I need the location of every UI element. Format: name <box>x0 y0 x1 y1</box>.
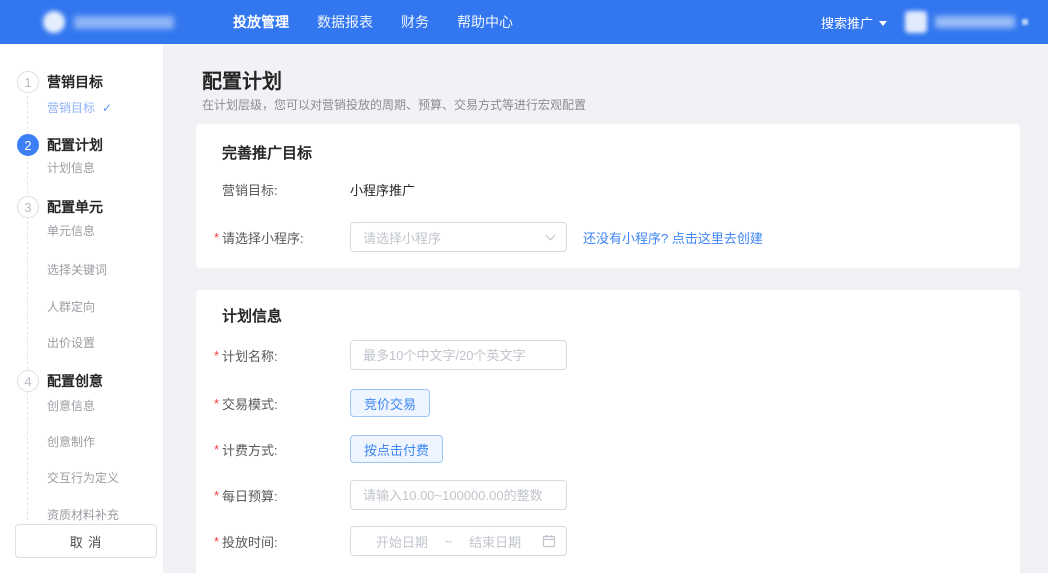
check-icon: ✓ <box>102 101 113 115</box>
plan-info-card-title: 计划信息 <box>222 308 283 325</box>
step-1-title[interactable]: 营销目标 <box>47 71 103 93</box>
schedule-label-text: 投放时间: <box>222 534 278 550</box>
trade-mode-row: * 交易模式: 竞价交易 <box>214 389 431 417</box>
step-4-sub-creative-info[interactable]: 创意信息 <box>47 398 95 415</box>
miniprogram-label-text: 请选择小程序: <box>222 230 304 246</box>
billing-method-row: * 计费方式: 按点击付费 <box>214 435 444 463</box>
nav-item-help-center[interactable]: 帮助中心 <box>457 12 513 32</box>
step-4-sub-creative-making[interactable]: 创意制作 <box>47 434 95 451</box>
product-switcher-dropdown[interactable]: 搜索推广 <box>821 13 887 32</box>
step-2-circle: 2 <box>17 134 39 156</box>
required-asterisk: * <box>214 441 220 457</box>
logo-mark-redacted <box>43 11 65 33</box>
step-connector-line <box>27 96 28 520</box>
schedule-label: * 投放时间: <box>214 532 350 551</box>
trade-mode-label: * 交易模式: <box>214 394 350 413</box>
step-2-sub-plan-info[interactable]: 计划信息 <box>47 160 95 177</box>
end-date-placeholder: 结束日期 <box>469 534 522 550</box>
plan-name-label-text: 计划名称: <box>222 348 278 364</box>
miniprogram-select-row: * 请选择小程序: 请选择小程序 还没有小程序? 点击这里去创建 <box>214 222 763 252</box>
step-1-circle: 1 <box>17 71 39 93</box>
required-asterisk: * <box>214 229 220 245</box>
billing-method-label: * 计费方式: <box>214 440 350 459</box>
step-4-circle: 4 <box>17 370 39 392</box>
schedule-row: * 投放时间: 开始日期 ~ 结束日期 <box>214 526 567 556</box>
logo-text-redacted <box>74 15 174 29</box>
marketing-goal-row: 营销目标: 小程序推广 <box>214 180 415 199</box>
primary-nav: 投放管理 数据报表 财务 帮助中心 <box>233 0 513 44</box>
plan-name-input[interactable] <box>350 340 567 370</box>
page-subtitle: 在计划层级，您可以对营销投放的周期、预算、交易方式等进行宏观配置 <box>202 98 587 112</box>
trade-mode-label-text: 交易模式: <box>222 396 278 412</box>
cancel-button[interactable]: 取 消 <box>15 524 157 558</box>
schedule-date-range-picker[interactable]: 开始日期 ~ 结束日期 <box>350 526 567 556</box>
step-3-sub-unit-info[interactable]: 单元信息 <box>47 223 95 240</box>
promotion-goal-card-title: 完善推广目标 <box>222 145 313 162</box>
nav-item-data-reports[interactable]: 数据报表 <box>317 12 373 32</box>
step-3-sub-bidding[interactable]: 出价设置 <box>47 335 95 352</box>
marketing-goal-label-text: 营销目标: <box>222 183 278 198</box>
page-title: 配置计划 <box>202 71 282 93</box>
step-2-title[interactable]: 配置计划 <box>47 134 103 156</box>
avatar[interactable] <box>905 11 927 33</box>
marketing-goal-value: 小程序推广 <box>350 183 416 198</box>
step-3-sub-audience[interactable]: 人群定向 <box>47 299 95 316</box>
plan-name-label: * 计划名称: <box>214 346 350 365</box>
calendar-icon <box>542 535 556 548</box>
required-asterisk: * <box>214 347 220 363</box>
daily-budget-row: * 每日预算: <box>214 480 567 510</box>
miniprogram-select[interactable]: 请选择小程序 <box>350 222 567 252</box>
step-3-circle: 3 <box>17 196 39 218</box>
required-asterisk: * <box>214 533 220 549</box>
app-screen: 投放管理 数据报表 财务 帮助中心 搜索推广 1 营销目标 营销目标 ✓ 2 配置… <box>0 0 1048 573</box>
miniprogram-label: * 请选择小程序: <box>214 228 350 247</box>
product-switcher-label: 搜索推广 <box>820 15 873 31</box>
plan-info-card: 计划信息 * 计划名称: * 交易模式: 竞价交易 * 计费方式: <box>196 290 1020 573</box>
nav-item-finance[interactable]: 财务 <box>401 12 429 32</box>
miniprogram-select-placeholder: 请选择小程序 <box>363 230 442 246</box>
step-1-sub-label: 营销目标 <box>47 101 96 115</box>
brand-logo[interactable] <box>43 0 174 44</box>
create-miniprogram-link[interactable]: 还没有小程序? 点击这里去创建 <box>583 228 763 247</box>
steps-sidebar: 1 营销目标 营销目标 ✓ 2 配置计划 计划信息 3 配置单元 单元信息 选择关… <box>0 44 163 573</box>
caret-down-icon <box>879 20 887 26</box>
daily-budget-input[interactable] <box>350 480 567 510</box>
step-3-title[interactable]: 配置单元 <box>47 196 103 218</box>
date-range-separator: ~ <box>444 533 453 549</box>
header-right-cluster: 搜索推广 <box>821 0 1028 44</box>
trade-mode-bidding-button[interactable]: 竞价交易 <box>350 389 431 417</box>
step-4-sub-qualification-materials[interactable]: 资质材料补充 <box>47 507 119 524</box>
billing-method-label-text: 计费方式: <box>222 442 278 458</box>
plan-name-row: * 计划名称: <box>214 340 567 370</box>
required-asterisk: * <box>214 395 220 411</box>
username-redacted[interactable] <box>935 16 1015 28</box>
step-1-sub-marketing-goal[interactable]: 营销目标 ✓ <box>47 100 112 117</box>
billing-cpc-button[interactable]: 按点击付费 <box>350 435 444 463</box>
step-3-sub-keywords[interactable]: 选择关键词 <box>47 262 107 279</box>
top-navbar: 投放管理 数据报表 财务 帮助中心 搜索推广 <box>0 0 1048 44</box>
start-date-placeholder: 开始日期 <box>375 534 428 550</box>
step-4-sub-interaction-definition[interactable]: 交互行为定义 <box>47 470 119 487</box>
required-asterisk: * <box>214 487 220 503</box>
main-content: 配置计划 在计划层级，您可以对营销投放的周期、预算、交易方式等进行宏观配置 完善… <box>163 44 1048 573</box>
daily-budget-label-text: 每日预算: <box>222 488 278 504</box>
chevron-down-icon <box>545 230 556 240</box>
step-4-title[interactable]: 配置创意 <box>47 370 103 392</box>
nav-item-delivery-management[interactable]: 投放管理 <box>233 12 289 32</box>
user-menu-dot-redacted <box>1022 19 1028 25</box>
marketing-goal-label: 营销目标: <box>214 180 350 199</box>
promotion-goal-card: 完善推广目标 营销目标: 小程序推广 * 请选择小程序: 请选择小程序 还没有小… <box>196 124 1020 268</box>
daily-budget-label: * 每日预算: <box>214 486 350 505</box>
